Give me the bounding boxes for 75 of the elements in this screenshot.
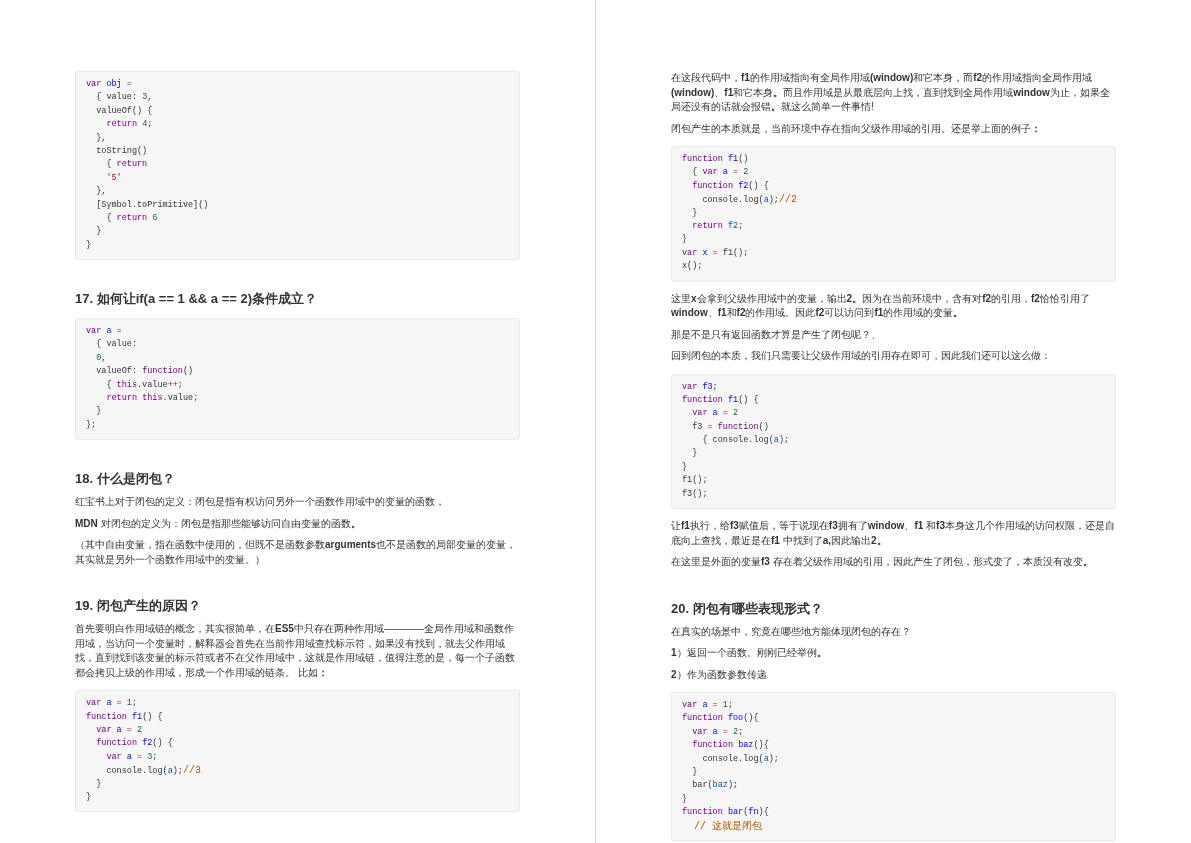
- code-line: }: [86, 791, 92, 802]
- code-line: { this.value++;: [106, 379, 183, 390]
- code-line: function foo(){: [682, 713, 759, 724]
- code-line: }: [682, 461, 688, 472]
- paragraph: 在真实的场景中，究竟在哪些地方能体现闭包的存在？: [671, 624, 912, 639]
- code-line: }: [692, 767, 698, 777]
- code-line: function f1() {: [86, 711, 163, 722]
- code-line: x();: [682, 261, 703, 272]
- code-line: var a = 1;: [682, 700, 734, 711]
- code-line: };: [86, 419, 97, 430]
- code-line: valueOf: function(): [96, 366, 194, 377]
- code-line: }: [96, 406, 102, 417]
- section-heading: 18. 什么是闭包？: [75, 470, 176, 489]
- paragraph: 红宝书上对于闭包的定义：闭包是指有权访问另外一个函数作用域中的变量的函数，: [75, 495, 446, 510]
- code-line: return f2;: [692, 220, 744, 231]
- code-line: { value: 3,: [96, 92, 153, 103]
- code-line: '5': [106, 172, 122, 183]
- paragraph: 闭包产生的本质就是，当前环境中存在指向父级作用域的引用。还是举上面的例子：: [671, 121, 1042, 136]
- code-line: var a = 1;: [86, 698, 138, 709]
- code-line: var a = 2: [96, 725, 143, 735]
- code-line: var a = 2: [692, 408, 739, 419]
- paragraph: 回到闭包的本质，我们只需要让父级作用域的引用存在即可，因此我们还可以这么做：: [671, 349, 1052, 363]
- code-line: { console.log(a);: [702, 435, 790, 446]
- code-line: function f2() {: [96, 738, 173, 749]
- code-line: var a = 2;: [692, 726, 744, 737]
- code-line: { var a = 2: [692, 167, 749, 178]
- code-line: }: [96, 778, 102, 789]
- code-line: // 这就是闭包: [694, 821, 763, 832]
- paragraph: 1）返回一个函数。刚刚已经举例。: [671, 646, 828, 661]
- code-line: var x = f1();: [682, 247, 749, 258]
- code-line: function f1(): [682, 154, 749, 164]
- code-line: return 4;: [106, 119, 153, 130]
- code-line: function f2() {: [692, 180, 769, 191]
- paragraph: 让f1执行，给f3赋值后，等于说现在f3拥有了window、f1 和f3本身这几个作用域的访问权限，还是自底向上查找，最近是在f1 中找到了a,因此输出2。: [671, 519, 1116, 548]
- code-line: }: [682, 793, 688, 804]
- code-line: function f1() {: [682, 394, 759, 405]
- code-line: var a =: [86, 326, 122, 337]
- code-line: valueOf() {: [96, 105, 153, 116]
- code-line: }: [692, 207, 698, 218]
- code-line: 0,: [96, 352, 107, 363]
- code-line: f3();: [682, 488, 708, 499]
- code-line: function baz(){: [692, 740, 769, 751]
- code-line: }: [682, 234, 688, 245]
- paragraph: 那是不是只有返回函数才算是产生了闭包呢？、: [671, 327, 882, 342]
- code-line: return this.value;: [106, 393, 199, 404]
- code-line: console.log(a);: [702, 753, 779, 764]
- code-line: bar(baz);: [692, 780, 739, 791]
- code-line: f1();: [682, 475, 708, 486]
- code-line: console.log(a);//3: [106, 766, 201, 777]
- code-line: function bar(fn){: [682, 807, 769, 818]
- code-line: }: [86, 239, 92, 250]
- paragraph: 首先要明白作用域链的概念，其实很简单，在ES5中只存在两种作用域————全局作用域和函数作用域，当访问一个变量时，解释器会首先在当前作用域查找标示符，如果没有找到，就去父作用域找，直到找到该变量的标示符或者不在父作用域中，这就是作用域链，值得注意的是，每一个子函数都会拷贝上级的作用域，形成一个作用域的链条。 比如：: [75, 622, 516, 680]
- code-line: { return: [106, 159, 148, 170]
- code-line: { value:: [96, 339, 137, 350]
- section-heading: 17. 如何让if(a == 1 && a == 2)条件成立？: [75, 290, 319, 309]
- paragraph: 这里x会拿到父级作用域中的变量，输出2。因为在当前环境中，含有对f2的引用，f2恰恰引用了window、f1和f2的作用域。因此f2可以访问到f1的作用域的变量。: [671, 291, 1091, 320]
- paragraph: （其中自由变量，指在函数中使用的，但既不是函数参数arguments也不是函数的局部变量的变量，其实就是另外一个函数作用域中的变量。）: [75, 538, 518, 567]
- paragraph: 2）作为函数参数传递: [671, 667, 768, 682]
- code-line: toString(): [96, 145, 148, 156]
- code-line: var f3;: [682, 381, 718, 392]
- section-heading: 20. 闭包有哪些表现形式？: [671, 599, 824, 618]
- code-line: [Symbol.toPrimitive](): [96, 199, 209, 210]
- code-line: console.log(a);//2: [702, 195, 797, 206]
- paragraph: 在这里是外面的变量f3 存在着父级作用域的引用，因此产生了闭包，形式变了，本质没有改变。: [671, 555, 1094, 570]
- code-line: var obj =: [86, 79, 132, 89]
- code-line: }: [96, 226, 102, 237]
- paragraph: MDN 对闭包的定义为：闭包是指那些能够访问自由变量的函数。: [75, 516, 362, 531]
- code-line: },: [96, 132, 107, 143]
- code-line: }: [692, 448, 698, 459]
- code-line: f3 = function(): [692, 421, 769, 432]
- paragraph: 在这段代码中，f1的作用域指向有全局作用域(window)和它本身，而f2的作用域指向全局作用域(window)、f1和它本身。而且作用域是从最底层向上找，直到找到全局作用域window为止，如果全局还没有的话就会报错。就这么简单一件事情!: [671, 71, 1111, 114]
- code-line: var a = 3;: [106, 751, 158, 762]
- code-line: },: [96, 186, 107, 197]
- code-line: { return 6: [106, 212, 158, 223]
- section-heading: 19. 闭包产生的原因？: [75, 597, 202, 616]
